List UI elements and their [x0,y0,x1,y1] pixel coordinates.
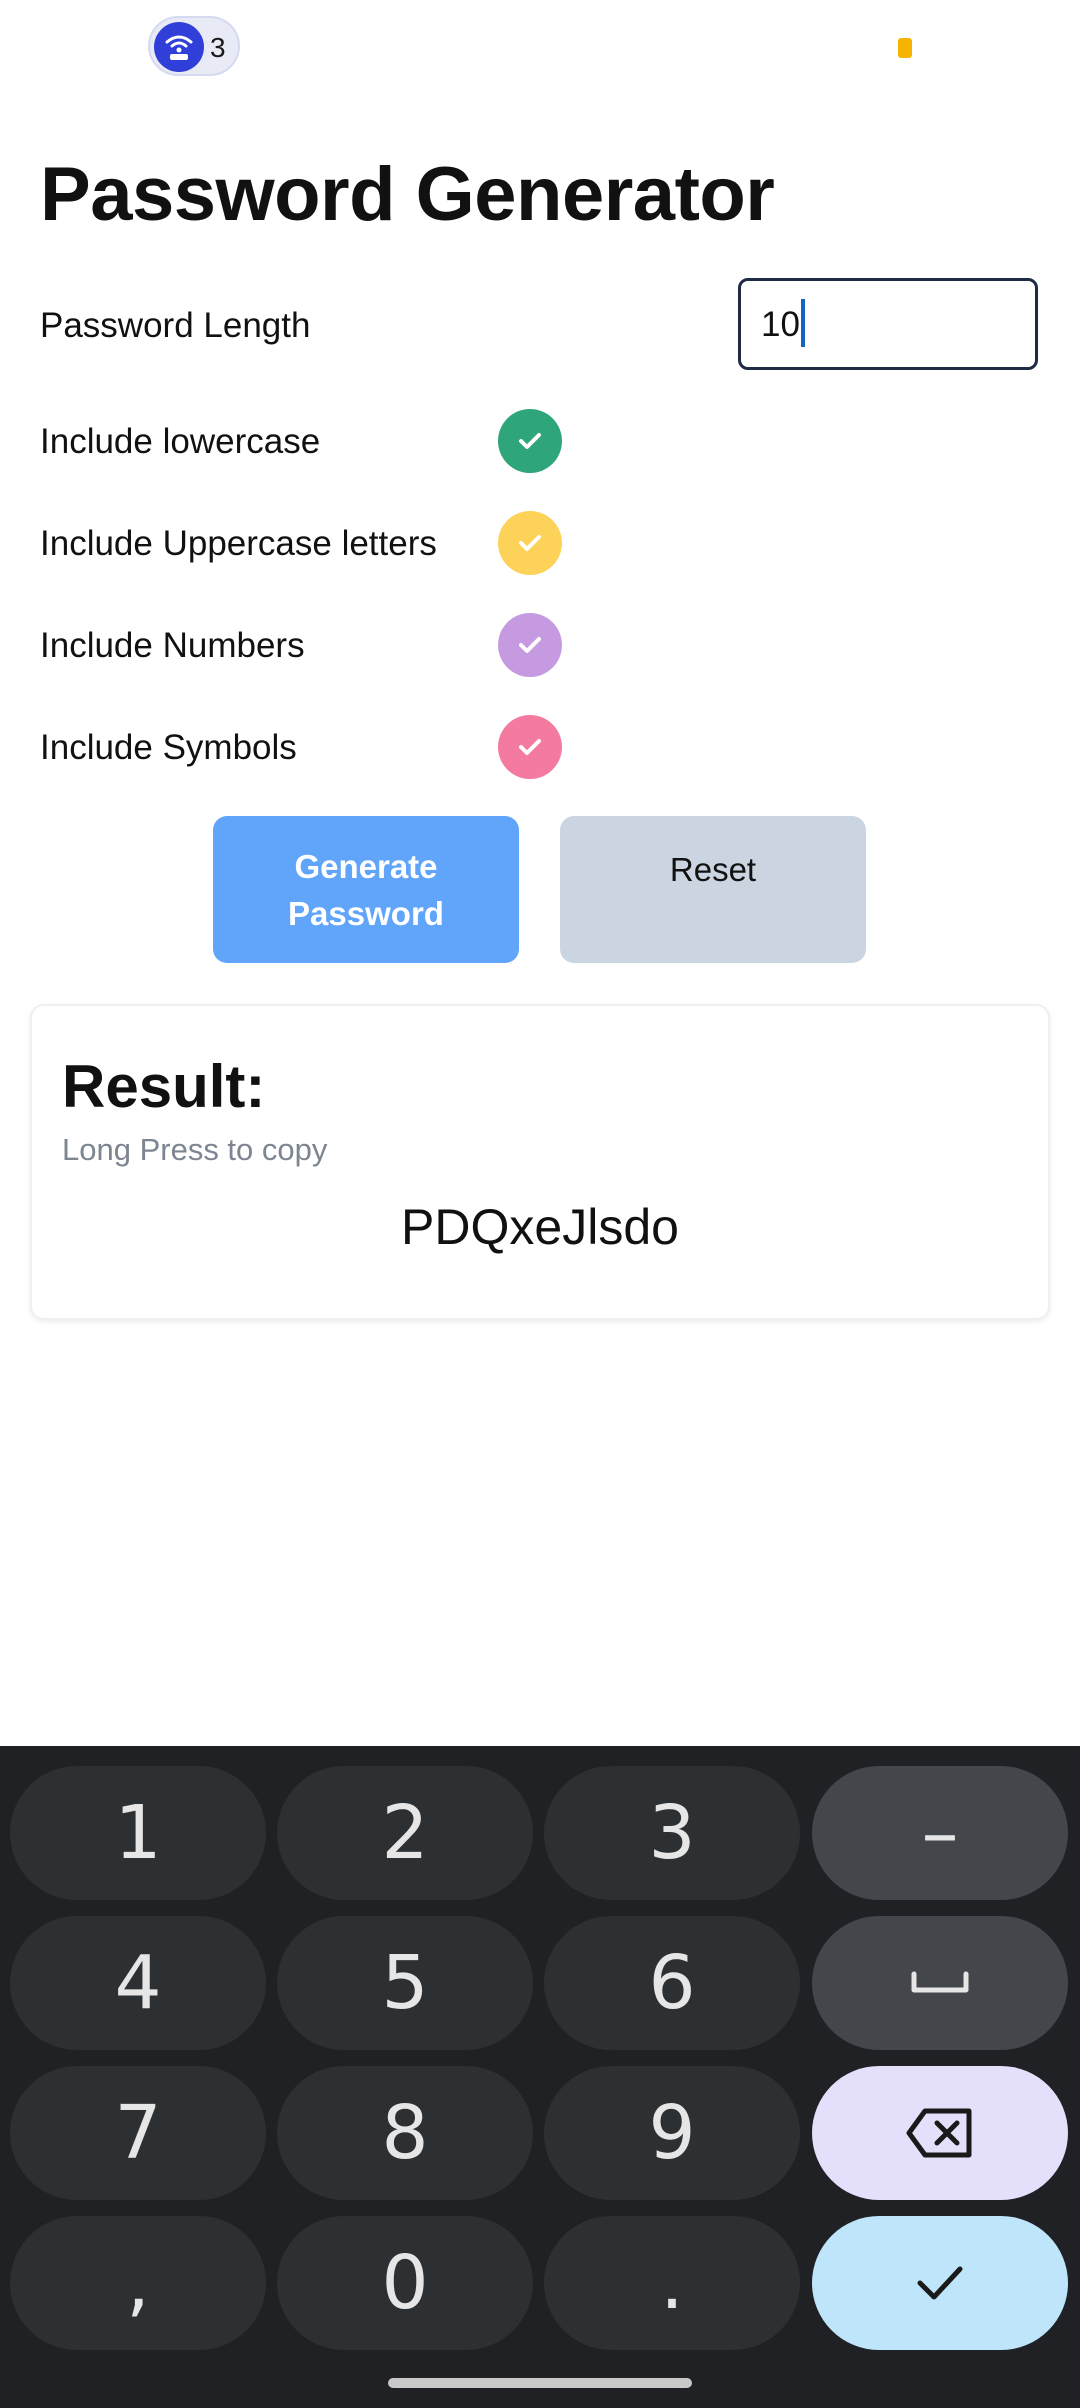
key-4[interactable]: 4 [10,1916,266,2050]
checkmark-icon [519,739,541,755]
option-numbers: Include Numbers [0,610,1080,680]
uppercase-checkbox[interactable] [498,511,562,575]
password-length-input[interactable]: 10 [738,278,1038,370]
checkmark-icon [519,535,541,551]
result-title: Result: [62,1053,266,1120]
password-length-value: 10 [761,305,800,344]
key-8[interactable]: 8 [277,2066,533,2200]
checkmark-icon [519,637,541,653]
option-label: Include Uppercase letters [40,524,437,563]
generated-password[interactable]: PDQxeJlsdo [32,1198,1048,1256]
key-9[interactable]: 9 [544,2066,800,2200]
status-bar: 3 [0,0,1080,96]
wifi-hotspot-icon [154,22,204,72]
space-icon [911,1971,969,1993]
copy-hint: Long Press to copy [62,1132,328,1167]
hotspot-indicator: 3 [148,16,240,76]
backspace-icon [906,2108,972,2158]
page-title: Password Generator [40,152,775,237]
key-0[interactable]: 0 [277,2216,533,2350]
result-card: Result: Long Press to copy PDQxeJlsdo [30,1004,1050,1320]
hotspot-count: 3 [210,32,226,63]
privacy-indicator-dot [898,38,912,58]
option-label: Include Numbers [40,626,305,665]
home-indicator[interactable] [388,2378,692,2388]
option-label: Include lowercase [40,422,321,461]
checkmark-icon [519,433,541,449]
key-period[interactable]: . [544,2216,800,2350]
numbers-checkbox[interactable] [498,613,562,677]
symbols-checkbox[interactable] [498,715,562,779]
key-1[interactable]: 1 [10,1766,266,1900]
generate-password-button[interactable]: Generate Password [213,816,519,963]
key-3[interactable]: 3 [544,1766,800,1900]
key-6[interactable]: 6 [544,1916,800,2050]
key-comma[interactable]: , [10,2216,266,2350]
key-backspace[interactable] [812,2066,1068,2200]
key-5[interactable]: 5 [277,1916,533,2050]
key-minus[interactable]: – [812,1766,1068,1900]
option-symbols: Include Symbols [0,712,1080,782]
option-label: Include Symbols [40,728,297,767]
option-lowercase: Include lowercase [0,406,1080,476]
text-cursor [801,299,805,347]
option-uppercase: Include Uppercase letters [0,508,1080,578]
key-space[interactable] [812,1916,1068,2050]
lowercase-checkbox[interactable] [498,409,562,473]
numeric-keyboard: 1 2 3 – 4 5 6 7 8 9 , 0 . [0,1746,1080,2408]
key-2[interactable]: 2 [277,1766,533,1900]
reset-button[interactable]: Reset [560,816,866,963]
key-7[interactable]: 7 [10,2066,266,2200]
password-length-label: Password Length [40,306,311,345]
key-done[interactable] [812,2216,1068,2350]
checkmark-icon [917,2266,963,2300]
